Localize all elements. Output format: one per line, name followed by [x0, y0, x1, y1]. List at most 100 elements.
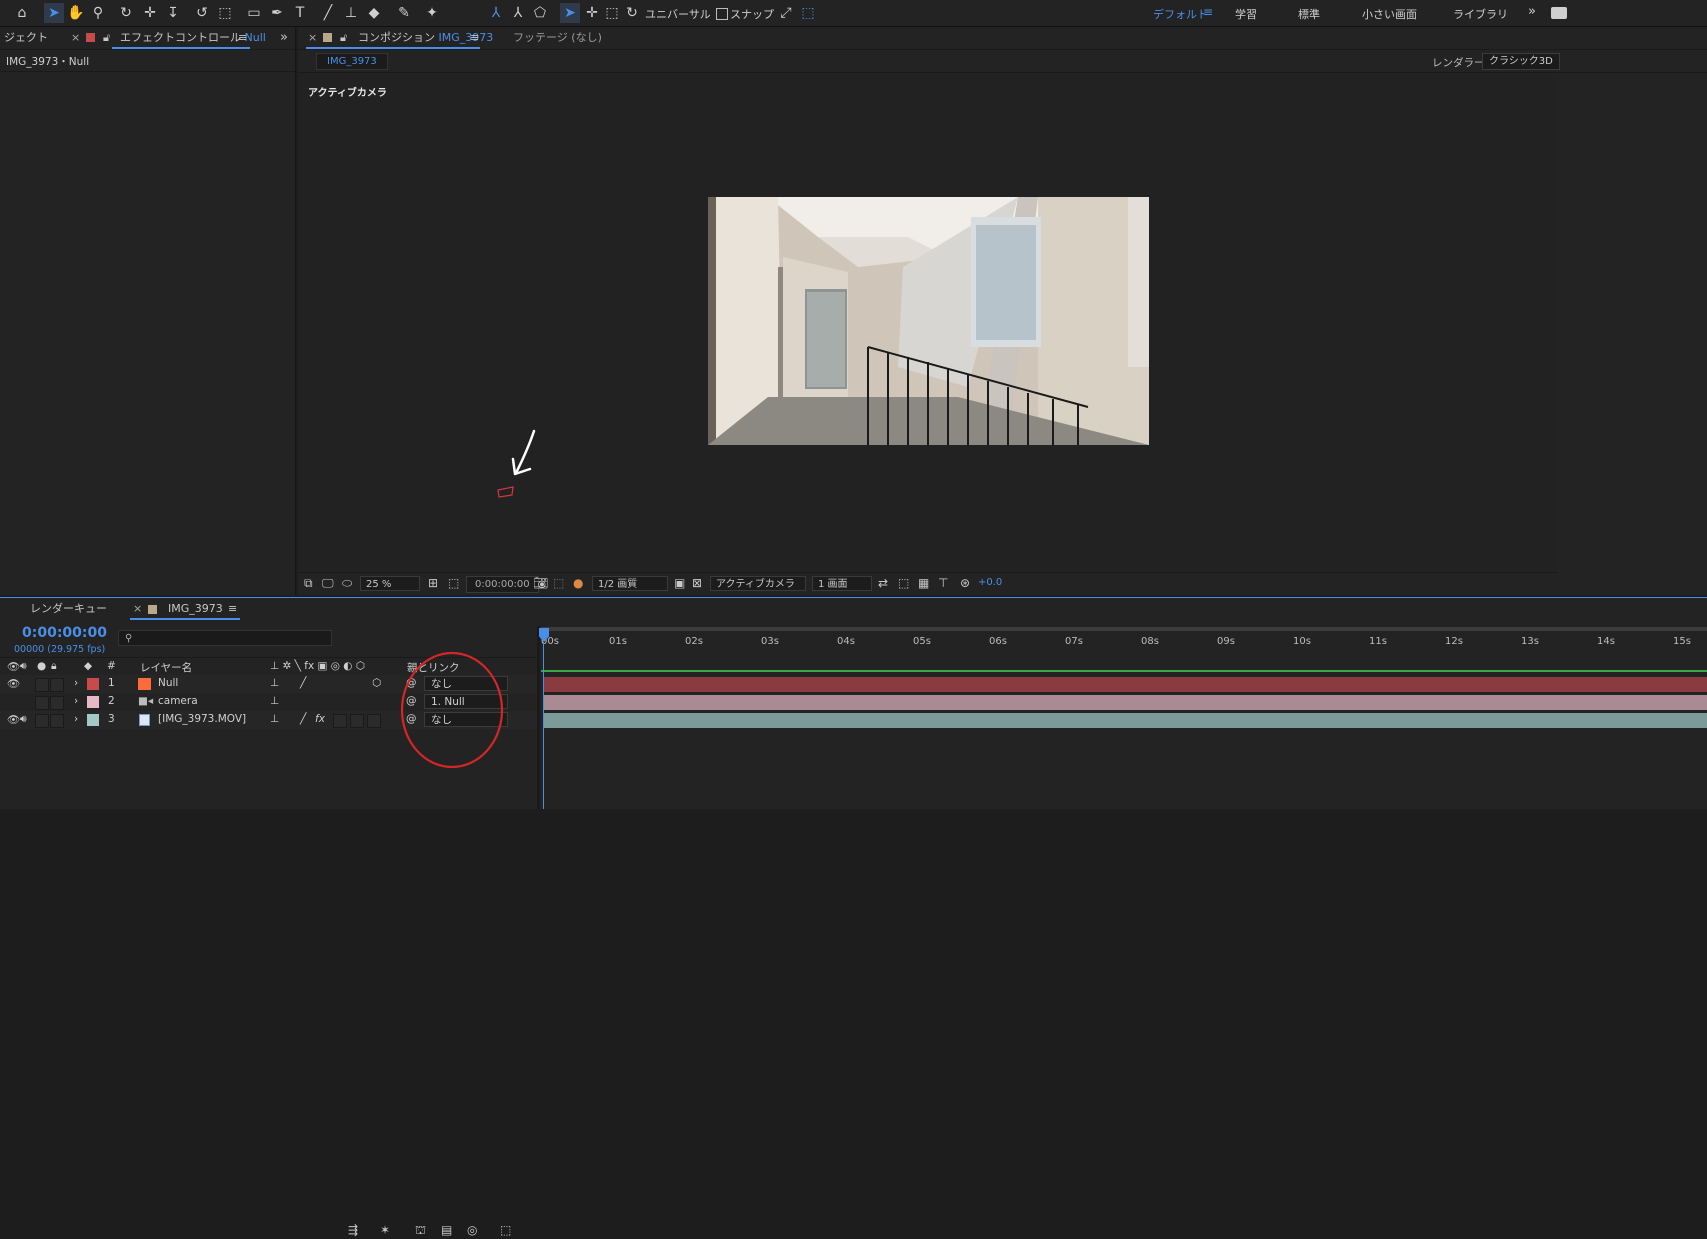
- lock-switch[interactable]: [50, 678, 64, 692]
- frame-blending-icon[interactable]: ▤: [441, 1223, 452, 1237]
- video-toggle-icon[interactable]: 👁︎: [7, 660, 20, 673]
- layer-label-swatch[interactable]: [87, 678, 99, 690]
- layout-dropdown[interactable]: 1 画面: [812, 576, 872, 591]
- layer-visibility-icon[interactable]: 👁︎: [7, 677, 20, 690]
- graph-editor-icon[interactable]: ⬚: [500, 1223, 511, 1237]
- show-snapshot-icon[interactable]: ⬚: [553, 576, 564, 590]
- pan-camera-icon[interactable]: ✛: [140, 3, 160, 23]
- exposure-icon[interactable]: ⊛: [960, 576, 970, 590]
- monitor-icon[interactable]: 🖵︎: [322, 576, 334, 591]
- current-time-field[interactable]: 0:00:00:00: [466, 576, 539, 593]
- selection-tool-icon[interactable]: ➤: [44, 3, 64, 23]
- comp-flow-icon[interactable]: ⇶: [348, 1223, 358, 1237]
- pen-tool-icon[interactable]: ✒: [267, 3, 287, 23]
- layer-bar[interactable]: [543, 713, 1707, 728]
- universal-move-icon[interactable]: ✛: [582, 3, 602, 23]
- panel-overflow-icon[interactable]: »: [280, 27, 288, 49]
- universal-scale-icon[interactable]: ⬚: [602, 3, 622, 23]
- roto-brush-icon[interactable]: ✎: [394, 3, 414, 23]
- layer-bar[interactable]: [543, 695, 1707, 710]
- work-area-bar[interactable]: [541, 627, 1707, 631]
- close-comp-tab-icon[interactable]: ×: [308, 27, 317, 49]
- switch-box[interactable]: [367, 714, 381, 728]
- puppet-pin-icon[interactable]: ✦: [422, 3, 442, 23]
- expand-chevron-icon[interactable]: ›: [74, 677, 78, 689]
- universal-select-icon[interactable]: ➤: [560, 3, 580, 23]
- solo-switch[interactable]: [35, 696, 49, 710]
- layer-name-column-header[interactable]: レイヤー名: [140, 660, 192, 675]
- shy-switch-icon[interactable]: ⊥: [270, 677, 279, 689]
- lock-column-icon[interactable]: 🔒︎: [51, 660, 57, 673]
- solo-switch[interactable]: [35, 714, 49, 728]
- fast-preview-icon[interactable]: ▣: [674, 576, 685, 590]
- always-preview-icon[interactable]: ⧉: [304, 576, 313, 591]
- workspace-small-screen[interactable]: 小さい画面: [1362, 6, 1417, 22]
- time-ruler[interactable]: 00s 01s 02s 03s 04s 05s 06s 07s 08s 09s …: [541, 634, 1707, 654]
- shy-layers-icon[interactable]: ⛫: [415, 1223, 426, 1239]
- layer-label-swatch[interactable]: [87, 714, 99, 726]
- layer-name[interactable]: [IMG_3973.MOV]: [158, 713, 246, 725]
- safe-zones-icon[interactable]: ⊞: [428, 576, 438, 590]
- workspace-learn[interactable]: 学習: [1235, 6, 1257, 22]
- layer-visibility-icon[interactable]: 👁︎: [7, 713, 20, 726]
- exposure-value[interactable]: +0.0: [978, 577, 1002, 588]
- tab-footage[interactable]: フッテージ (なし): [513, 27, 602, 49]
- close-timeline-tab-icon[interactable]: ×: [133, 598, 142, 620]
- layer-label-swatch[interactable]: [87, 696, 99, 708]
- timeline-current-time[interactable]: 0:00:00:00: [22, 625, 107, 641]
- dolly-camera-icon[interactable]: ↧: [163, 3, 183, 23]
- toggle-view-icon[interactable]: ⇄: [878, 576, 888, 590]
- fx-switch-icon[interactable]: fx: [315, 713, 325, 725]
- workspace-libraries[interactable]: ライブラリ: [1453, 6, 1508, 22]
- clone-stamp-icon[interactable]: ⊥: [341, 3, 361, 23]
- shy-switch-icon[interactable]: ⊥: [270, 695, 279, 707]
- flowchart-icon[interactable]: ⊤: [938, 576, 948, 590]
- layer-bar[interactable]: [543, 677, 1707, 692]
- expand-chevron-icon[interactable]: ›: [74, 695, 78, 707]
- orbit-camera-icon[interactable]: ↻: [116, 3, 136, 23]
- universal-rotate-icon[interactable]: ↻: [622, 3, 642, 23]
- channel-icon[interactable]: ●: [573, 576, 583, 590]
- solo-switch[interactable]: [35, 678, 49, 692]
- brush-tool-icon[interactable]: ╱: [318, 3, 338, 23]
- comp-lock-icon[interactable]: 🔓︎: [340, 27, 347, 49]
- panel-menu-icon[interactable]: ≡: [238, 27, 247, 49]
- timeline-icon[interactable]: ▦: [918, 576, 929, 590]
- draft-3d-icon[interactable]: ✶: [380, 1223, 390, 1237]
- view-dropdown[interactable]: アクティブカメラ: [710, 576, 806, 591]
- tab-project[interactable]: ジェクト: [4, 27, 48, 49]
- eraser-tool-icon[interactable]: ◆: [364, 3, 384, 23]
- timeline-menu-icon[interactable]: ≡: [228, 598, 237, 620]
- world-axis-icon[interactable]: ⅄: [508, 3, 528, 23]
- layer-search-input[interactable]: ⚲: [118, 630, 332, 646]
- resolution-dropdown[interactable]: 1/2 画質: [592, 576, 668, 591]
- snap-checkbox[interactable]: [716, 8, 728, 20]
- zoom-dropdown[interactable]: 25 %: [360, 576, 420, 591]
- comp-flow-tab[interactable]: IMG_3973: [316, 53, 388, 70]
- switch-box[interactable]: [333, 714, 347, 728]
- rotate-tool-icon[interactable]: ↺: [192, 3, 212, 23]
- home-icon[interactable]: ⌂: [12, 3, 32, 23]
- snap-grid-icon[interactable]: ⬚: [798, 3, 818, 23]
- layer-audio-icon[interactable]: 🔊︎: [20, 713, 27, 726]
- lock-switch[interactable]: [50, 714, 64, 728]
- collaborate-icon[interactable]: [1551, 7, 1567, 19]
- workspace-overflow-icon[interactable]: »: [1528, 4, 1536, 19]
- snapshot-icon[interactable]: 📷︎: [533, 576, 548, 590]
- snap-option-icon[interactable]: ⤢: [776, 3, 796, 23]
- lock-switch[interactable]: [50, 696, 64, 710]
- label-column-icon[interactable]: ◆: [84, 660, 92, 672]
- view-axis-icon[interactable]: ⬠: [530, 3, 550, 23]
- tab-timeline-comp[interactable]: IMG_3973: [168, 598, 223, 620]
- zoom-tool-icon[interactable]: ⚲: [88, 3, 108, 23]
- tab-render-queue[interactable]: レンダーキュー: [30, 598, 107, 620]
- workspace-menu-icon[interactable]: ≡: [1203, 5, 1213, 19]
- quality-switch-icon[interactable]: ╱: [300, 677, 306, 689]
- mask-icon[interactable]: ⬭: [342, 576, 352, 591]
- region-icon[interactable]: ⬚: [448, 576, 459, 590]
- workspace-default[interactable]: デフォルト: [1153, 6, 1208, 22]
- comp-viewer[interactable]: アクティブカメラ: [298, 73, 1558, 569]
- layer-name[interactable]: Null: [158, 677, 178, 689]
- 3d-layer-icon[interactable]: ⬡: [372, 677, 381, 689]
- close-tab-icon[interactable]: ×: [71, 27, 80, 49]
